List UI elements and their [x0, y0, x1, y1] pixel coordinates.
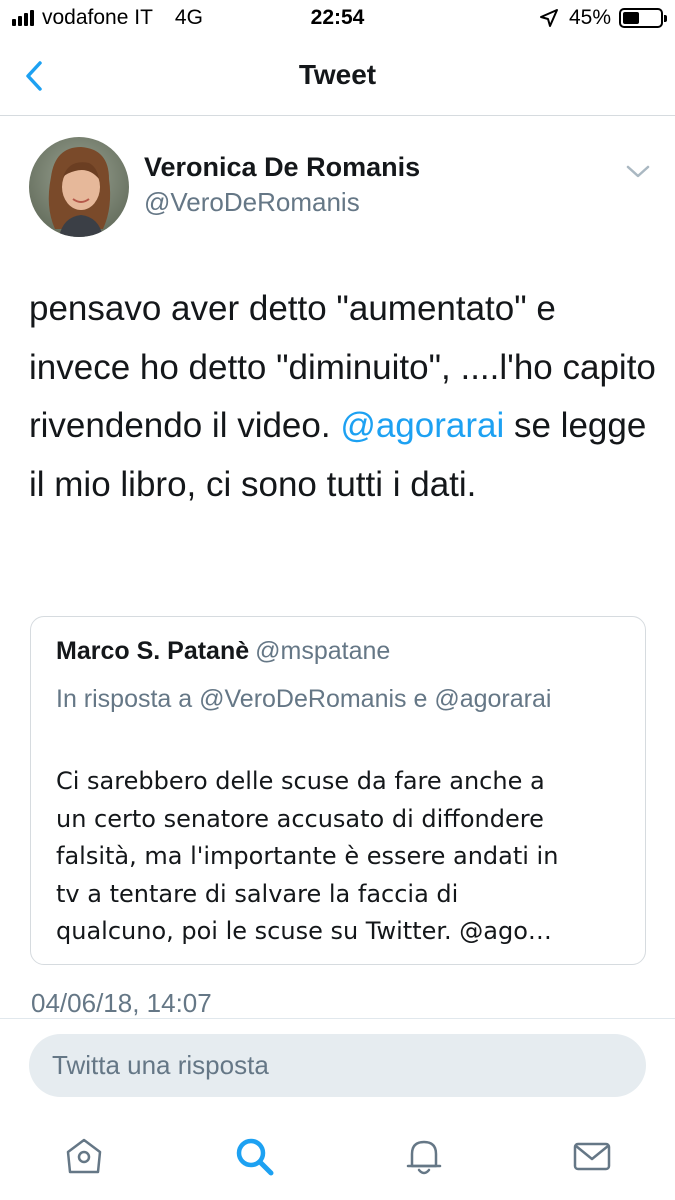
- status-right: 45%: [539, 6, 667, 30]
- author-handle[interactable]: @VeroDeRomanis: [144, 187, 360, 218]
- page-title: Tweet: [298, 59, 377, 90]
- reply-input[interactable]: Twitta una risposta: [29, 1034, 646, 1097]
- tweet-menu-button[interactable]: [624, 160, 652, 182]
- tab-home[interactable]: [62, 1134, 106, 1178]
- tweet-timestamp: 04/06/18, 14:07: [31, 988, 212, 1018]
- nav-bar: Tweet: [0, 40, 675, 116]
- tab-search[interactable]: [232, 1134, 276, 1178]
- battery-icon: [619, 8, 667, 28]
- quoted-text-line: tv a tentare di salvare la faccia di: [56, 879, 459, 908]
- author-name[interactable]: Veronica De Romanis: [144, 152, 420, 183]
- quoted-text-line: Ci sarebbero delle scuse da fare anche a: [56, 767, 545, 795]
- status-bar: vodafone IT 4G 22:54 45%: [0, 0, 675, 40]
- mention-link[interactable]: @agorarai: [340, 406, 504, 445]
- tab-notifications[interactable]: [402, 1134, 446, 1178]
- notifications-bell-icon: [406, 1140, 442, 1175]
- quoted-text-line: qualcuno, poi le scuse su Twitter. @ago…: [56, 917, 552, 945]
- location-arrow-icon: [539, 9, 558, 27]
- messages-envelope-icon: [573, 1142, 611, 1171]
- chevron-down-icon: [626, 165, 650, 178]
- tweet-text: pensavo aver detto "aumentato" e invece …: [29, 280, 659, 514]
- quoted-author-name: Marco S. Patanè: [56, 637, 250, 665]
- divider: [0, 1018, 675, 1019]
- quoted-tweet-header: Marco S. Patanè @mspatane: [56, 637, 390, 666]
- quoted-tweet-text: Ci sarebbero delle scuse da fare anche a…: [56, 763, 626, 951]
- reply-placeholder: Twitta una risposta: [52, 1050, 269, 1080]
- home-icon: [66, 1138, 102, 1174]
- quoted-author-handle: @mspatane: [255, 637, 391, 665]
- quoted-text-line: falsità, ma l'importante è essere andati…: [56, 842, 559, 870]
- quoted-tweet[interactable]: Marco S. Patanè @mspatane In risposta a @…: [30, 616, 646, 965]
- tab-messages[interactable]: [570, 1134, 614, 1178]
- battery-fill: [623, 12, 640, 24]
- tab-bar: [0, 1118, 675, 1200]
- quoted-reply-context: In risposta a @VeroDeRomanis e @agorarai: [56, 685, 552, 713]
- battery-percent: 45%: [568, 6, 611, 29]
- quoted-text-line: un certo senatore accusato di diffondere: [56, 804, 544, 833]
- avatar-photo: [29, 137, 129, 237]
- search-icon: [236, 1138, 274, 1176]
- avatar[interactable]: [29, 137, 129, 237]
